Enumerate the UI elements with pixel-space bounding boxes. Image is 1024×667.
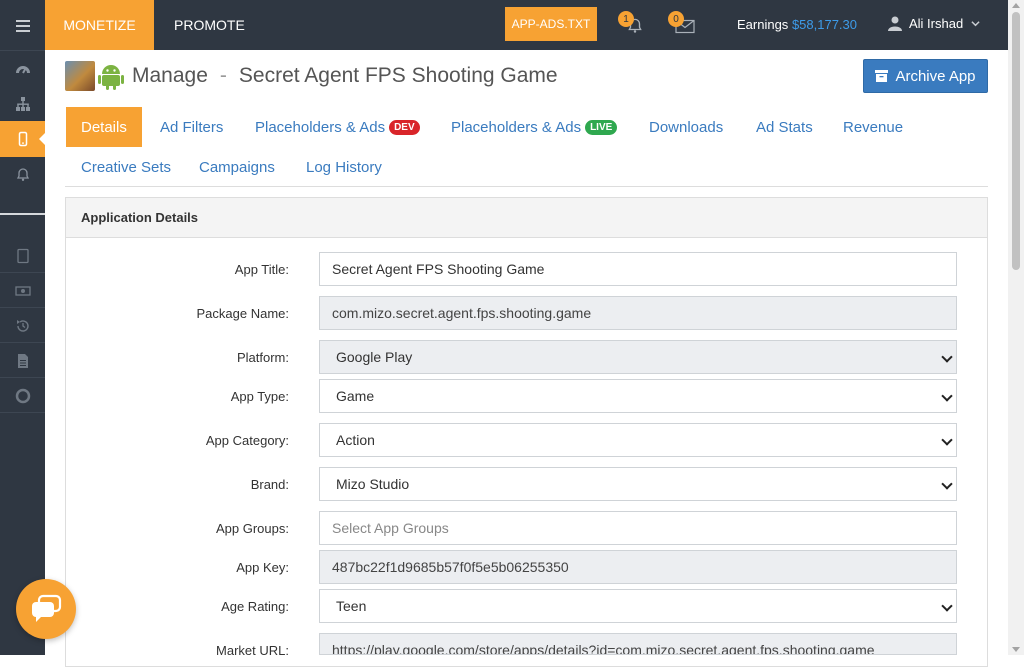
notifications-button[interactable]: 1 (618, 10, 648, 40)
package-name-field: com.mizo.secret.agent.fps.shooting.game (319, 296, 957, 330)
chat-button[interactable] (16, 579, 76, 639)
scroll-down-arrow[interactable] (1012, 647, 1020, 652)
tab-campaigns[interactable]: Campaigns (184, 147, 290, 187)
scroll-up-arrow[interactable] (1012, 3, 1020, 8)
messages-badge: 0 (668, 11, 684, 27)
app-thumbnail (65, 61, 95, 91)
app-groups-input[interactable]: Select App Groups (319, 511, 957, 545)
scroll-thumb[interactable] (1012, 12, 1020, 270)
app-type-select[interactable]: Game (319, 379, 957, 413)
sidebar (0, 0, 46, 655)
panel-title: Application Details (66, 198, 987, 238)
app-key-label: App Key: (236, 560, 289, 575)
tab-placeholders-dev[interactable]: Placeholders & Ads DEV (240, 107, 435, 147)
sitemap-icon[interactable] (0, 86, 45, 122)
tab-creative-sets[interactable]: Creative Sets (66, 147, 186, 187)
archive-app-label: Archive App (895, 67, 976, 85)
android-icon (98, 65, 124, 90)
history-icon[interactable] (0, 308, 45, 344)
page-scrollbar[interactable] (1008, 0, 1024, 655)
app-key-field: 487bc22f1d9685b57f0f5e5b06255350 (319, 550, 957, 584)
page-title: Secret Agent FPS Shooting Game (238, 64, 558, 87)
tab-ad-filters[interactable]: Ad Filters (145, 107, 238, 147)
menu-icon[interactable] (0, 8, 45, 44)
earnings-value: $58,177.30 (791, 17, 858, 32)
top-bar: MONETIZE PROMOTE APP-ADS.TXT 1 0 Earning… (45, 0, 1008, 50)
platform-label: Platform: (236, 350, 289, 365)
market-url-field: https://play.google.com/store/apps/detai… (319, 633, 957, 655)
chat-icon (32, 594, 62, 622)
tabs-divider (65, 186, 988, 187)
app-title-input[interactable]: Secret Agent FPS Shooting Game (319, 252, 957, 286)
app-category-label: App Category: (205, 433, 289, 448)
breadcrumb-manage: Manage (132, 64, 208, 87)
app-category-select[interactable]: Action (319, 423, 957, 457)
earnings-label: Earnings (737, 17, 789, 32)
chevron-down-icon (971, 20, 980, 26)
notifications-badge: 1 (618, 11, 634, 27)
tablet-icon[interactable] (0, 238, 45, 274)
app-type-label: App Type: (230, 389, 289, 404)
document-icon[interactable] (0, 343, 45, 379)
bell-icon[interactable] (0, 156, 45, 192)
age-rating-select[interactable]: Teen (319, 589, 957, 623)
app-title-label: App Title: (234, 262, 289, 277)
lifebuoy-icon[interactable] (0, 378, 45, 414)
archive-icon (875, 70, 889, 82)
app-ads-txt-button[interactable]: APP-ADS.TXT (505, 7, 597, 41)
tab-label: Placeholders & Ads (255, 118, 386, 136)
brand-label: Brand: (250, 477, 289, 492)
user-icon (888, 16, 902, 31)
brand-select[interactable]: Mizo Studio (319, 467, 957, 501)
tab-placeholders-live[interactable]: Placeholders & Ads LIVE (436, 107, 632, 147)
tab-details[interactable]: Details (66, 107, 142, 147)
user-menu[interactable]: Ali Irshad (887, 15, 980, 31)
dashboard-icon[interactable] (0, 51, 45, 87)
tab-log-history[interactable]: Log History (291, 147, 397, 187)
tab-ad-stats[interactable]: Ad Stats (741, 107, 828, 147)
age-rating-label: Age Rating: (221, 599, 289, 614)
platform-select[interactable]: Google Play (319, 340, 957, 374)
tab-revenue[interactable]: Revenue (828, 107, 918, 147)
app-groups-label: App Groups: (216, 521, 289, 536)
money-icon[interactable] (0, 273, 45, 309)
archive-app-button[interactable]: Archive App (863, 59, 988, 93)
mobile-icon[interactable] (0, 121, 46, 157)
dev-badge: DEV (389, 119, 420, 135)
tab-label: Placeholders & Ads (451, 118, 582, 136)
live-badge: LIVE (585, 119, 618, 135)
user-name: Ali Irshad (909, 15, 964, 31)
market-url-label: Market URL: (216, 643, 289, 658)
tab-downloads[interactable]: Downloads (634, 107, 738, 147)
breadcrumb-separator: - (219, 64, 227, 87)
earnings: Earnings $58,177.30 (737, 17, 857, 32)
tab-promote[interactable]: PROMOTE (174, 0, 245, 50)
messages-button[interactable]: 0 (668, 10, 698, 40)
page-header: Manage - Secret Agent FPS Shooting Game (65, 58, 558, 94)
tab-monetize[interactable]: MONETIZE (45, 0, 154, 50)
package-name-label: Package Name: (196, 306, 290, 321)
